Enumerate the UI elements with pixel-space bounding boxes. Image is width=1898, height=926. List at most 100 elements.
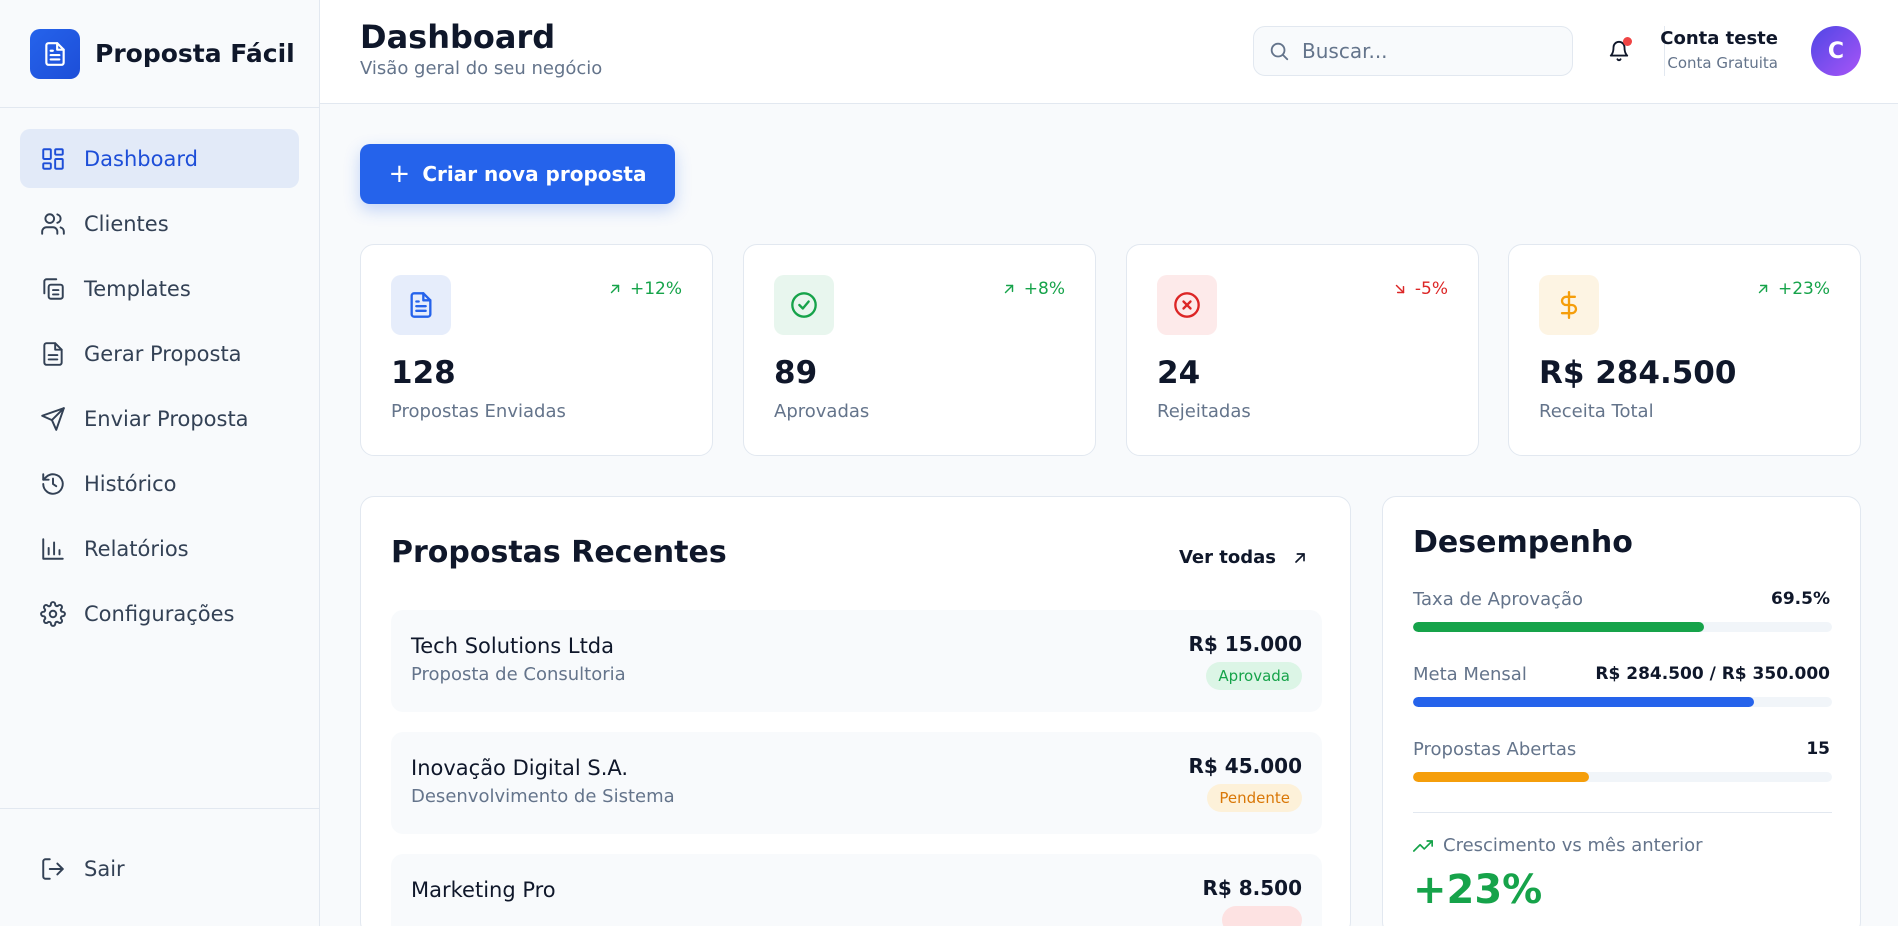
sidebar-item-historico[interactable]: Histórico [20,454,299,513]
check-circle-icon [774,275,834,335]
brand-name: Proposta Fácil [95,39,295,68]
sidebar-item-gerar-proposta[interactable]: Gerar Proposta [20,324,299,383]
stat-value: 89 [774,355,818,391]
search-icon [1270,42,1289,61]
progress-bar [1413,772,1832,782]
stat-trend-value: -5% [1414,279,1448,299]
trending-up-icon [1413,839,1433,852]
brand[interactable]: Proposta Fácil [0,0,319,108]
progress-bar-fill [1413,697,1754,707]
metric-value: R$ 284.500 / R$ 350.000 [1595,664,1830,684]
stat-card-rejected: -5% 24 Rejeitadas [1126,244,1479,456]
user-name: Conta teste [1660,28,1778,49]
sidebar-item-relatorios[interactable]: Relatórios [20,519,299,578]
growth-value: +23% [1413,867,1543,913]
metric-label: Taxa de Aprovação [1413,589,1584,610]
view-all-link[interactable]: Ver todas [1179,547,1308,568]
copy-icon [43,277,64,300]
x-circle-icon [1157,275,1217,335]
sidebar-footer: Sair [0,808,319,926]
trend-up-icon [610,284,620,294]
user-plan: Conta Gratuita [1667,54,1778,72]
stat-value: R$ 284.500 [1539,355,1737,391]
users-icon [41,212,65,235]
proposal-row[interactable]: Marketing Pro R$ 8.500 [391,854,1322,926]
logout-button[interactable]: Sair [20,839,299,898]
performance-panel: Desempenho Taxa de Aprovação 69.5% Meta … [1382,496,1861,926]
stat-trend: +8% [1002,279,1065,299]
stat-trend-value: +12% [629,279,682,299]
trend-up-icon [1004,284,1014,294]
sidebar-item-configuracoes[interactable]: Configurações [20,584,299,643]
recent-proposals-title: Propostas Recentes [391,535,727,570]
avatar[interactable]: C [1811,26,1861,76]
sidebar-item-label: Clientes [84,211,169,236]
proposal-row[interactable]: Tech Solutions Ltda Proposta de Consulto… [391,610,1322,712]
create-proposal-button[interactable]: + Criar nova proposta [360,144,675,204]
stat-card-approved: +8% 89 Aprovadas [743,244,1096,456]
divider [1413,812,1832,813]
sidebar-item-label: Dashboard [84,146,198,171]
stat-label: Rejeitadas [1157,401,1251,422]
sidebar-item-clientes[interactable]: Clientes [20,194,299,253]
document-icon [391,275,451,335]
progress-bar-fill [1413,622,1705,632]
metric-value: 15 [1806,739,1830,759]
metric-label: Meta Mensal [1413,664,1527,685]
status-badge [1222,906,1302,926]
stat-card-sent: +12% 128 Propostas Enviadas [360,244,713,456]
sidebar-nav: Dashboard Clientes Templates Gerar Propo… [0,108,319,643]
sidebar-item-enviar-proposta[interactable]: Enviar Proposta [20,389,299,448]
status-badge: Pendente [1207,784,1302,812]
proposal-value: R$ 8.500 [1202,876,1302,900]
stat-trend: +12% [608,279,682,299]
stat-trend-value: +8% [1023,279,1065,299]
metric-label: Propostas Abertas [1413,739,1577,760]
stat-label: Aprovadas [774,401,870,422]
proposal-row[interactable]: Inovação Digital S.A. Desenvolvimento de… [391,732,1322,834]
sidebar-item-templates[interactable]: Templates [20,259,299,318]
metric-value: 69.5% [1771,589,1830,609]
progress-bar [1413,622,1832,632]
dollar-icon [1539,275,1599,335]
stat-label: Receita Total [1539,401,1654,422]
plus-icon: + [388,159,411,189]
trend-down-icon [1395,284,1405,294]
stat-trend: -5% [1393,279,1448,299]
stat-value: 128 [391,355,456,391]
gear-icon [40,600,66,627]
progress-bar-fill [1413,772,1589,782]
sidebar-item-label: Enviar Proposta [84,406,249,431]
notifications-button[interactable] [1604,36,1634,66]
proposal-description: Proposta de Consultoria [411,664,626,685]
send-icon [41,406,65,431]
proposal-value: R$ 45.000 [1188,754,1302,778]
sidebar-item-label: Relatórios [84,536,189,561]
sidebar-item-dashboard[interactable]: Dashboard [20,129,299,188]
recent-proposals-panel: Propostas Recentes Ver todas Tech Soluti… [360,496,1351,926]
search-box [1253,26,1573,76]
growth-label: Crescimento vs mês anterior [1413,835,1703,856]
arrow-up-right-icon [1295,552,1305,563]
proposal-description: Desenvolvimento de Sistema [411,786,675,807]
sidebar-item-label: Gerar Proposta [84,341,242,366]
stat-trend: +23% [1756,279,1830,299]
proposal-value: R$ 15.000 [1188,632,1302,656]
document-icon [30,28,80,79]
document-icon [43,341,63,366]
search-input[interactable] [1302,39,1552,63]
sidebar-item-label: Templates [84,276,191,301]
stat-label: Propostas Enviadas [391,401,566,422]
logout-icon [42,857,64,880]
trend-up-icon [1758,284,1768,294]
stat-value: 24 [1157,355,1201,391]
create-proposal-label: Criar nova proposta [422,162,647,186]
growth-label-text: Crescimento vs mês anterior [1443,835,1703,856]
proposal-client: Marketing Pro [411,878,556,902]
progress-bar [1413,697,1832,707]
notification-dot [1623,37,1632,46]
view-all-label: Ver todas [1178,547,1276,568]
proposal-client: Tech Solutions Ltda [411,634,615,658]
sidebar-item-label: Histórico [84,471,177,496]
status-badge: Aprovada [1206,662,1302,690]
